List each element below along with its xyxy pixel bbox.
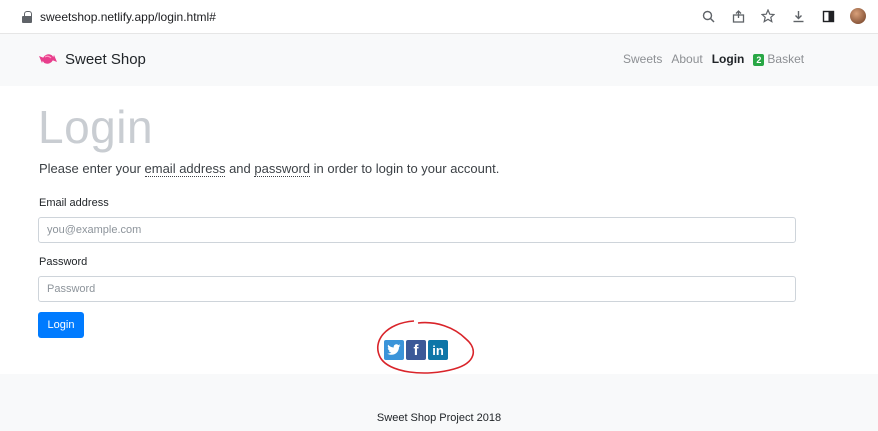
email-address-abbr: email address: [144, 161, 226, 177]
site-navbar: Sweet Shop Sweets About Login 2 Basket: [0, 34, 878, 86]
lock-icon[interactable]: [22, 11, 32, 23]
lead-text-3: in order to login to your account.: [310, 161, 500, 176]
nav-links: Sweets About Login 2 Basket: [623, 52, 804, 66]
linkedin-icon[interactable]: in: [428, 340, 448, 360]
nav-link-basket[interactable]: 2 Basket: [753, 52, 804, 66]
address-bar[interactable]: sweetshop.netlify.app/login.html#: [8, 6, 788, 28]
nav-link-login[interactable]: Login: [712, 52, 745, 66]
bookmark-star-icon[interactable]: [760, 8, 776, 24]
password-label: Password: [39, 256, 88, 268]
site-footer: Sweet Shop Project 2018: [0, 374, 878, 431]
password-abbr: password: [254, 161, 311, 177]
basket-count-badge: 2: [753, 54, 765, 66]
download-icon[interactable]: [790, 8, 806, 24]
lead-text-1: Please enter your: [39, 161, 145, 176]
login-instructions: Please enter your email address and pass…: [39, 161, 500, 177]
browser-toolbar: sweetshop.netlify.app/login.html#: [0, 0, 878, 34]
password-input[interactable]: [38, 276, 796, 302]
lead-text-2: and: [225, 161, 255, 176]
twitter-icon[interactable]: [384, 340, 404, 360]
page-title: Login: [38, 101, 154, 153]
zoom-icon[interactable]: [700, 8, 716, 24]
profile-avatar[interactable]: [850, 8, 866, 24]
url-text[interactable]: sweetshop.netlify.app/login.html#: [40, 10, 216, 24]
email-label: Email address: [39, 197, 109, 209]
nav-link-basket-label: Basket: [767, 52, 805, 66]
brand-name: Sweet Shop: [65, 50, 146, 68]
facebook-icon[interactable]: f: [406, 340, 426, 360]
candy-logo-icon: [39, 54, 57, 64]
nav-link-about[interactable]: About: [671, 52, 702, 66]
email-input[interactable]: [38, 217, 796, 243]
nav-link-sweets[interactable]: Sweets: [623, 52, 662, 66]
social-links: f in: [384, 340, 448, 360]
brand-link[interactable]: Sweet Shop: [38, 49, 146, 69]
share-icon[interactable]: [730, 8, 746, 24]
login-button[interactable]: Login: [38, 312, 84, 338]
footer-copyright: Sweet Shop Project 2018: [376, 412, 502, 424]
side-panel-icon[interactable]: [820, 8, 836, 24]
